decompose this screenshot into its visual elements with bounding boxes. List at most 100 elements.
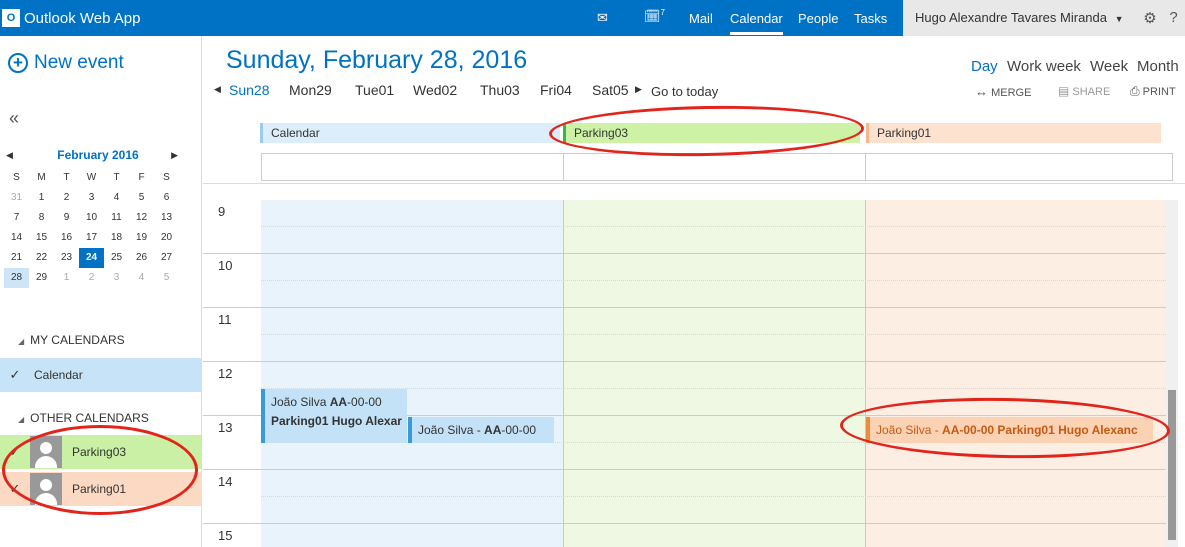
mini-calendar-day[interactable]: 4: [104, 188, 129, 208]
mini-calendar-day[interactable]: 2: [79, 268, 104, 288]
day-of-week-label: S: [163, 172, 170, 183]
merge-label: MERGE: [991, 87, 1032, 99]
mini-calendar-day[interactable]: 28: [4, 268, 29, 288]
new-event-button[interactable]: + New event: [8, 52, 124, 74]
nav-people[interactable]: People: [798, 11, 838, 26]
mini-calendar-day[interactable]: 10: [79, 208, 104, 228]
user-menu[interactable]: Hugo Alexandre Tavares Miranda ▼: [903, 0, 1138, 36]
mini-calendar-day[interactable]: 24: [79, 248, 104, 268]
event-text: -00-00: [501, 423, 537, 437]
my-calendars-header[interactable]: ◢ MY CALENDARS: [18, 333, 125, 347]
mini-calendar-day[interactable]: 29: [29, 268, 54, 288]
app-brand[interactable]: O Outlook Web App: [0, 0, 140, 36]
calendar-badge: 7: [660, 8, 665, 17]
day-thu03[interactable]: Thu03: [480, 82, 520, 98]
mail-icon[interactable]: ✉: [597, 10, 608, 26]
mini-calendar-day[interactable]: 12: [129, 208, 154, 228]
mini-calendar-day[interactable]: 19: [129, 228, 154, 248]
mini-calendar-day[interactable]: 6: [154, 188, 179, 208]
mini-calendar-day[interactable]: 11: [104, 208, 129, 228]
mini-calendar-day[interactable]: 23: [54, 248, 79, 268]
mini-calendar-day[interactable]: 31: [4, 188, 29, 208]
time-grid[interactable]: 9 10 11 12 13 14 15 João Silva AA-00-00 Parkin…: [203, 200, 1185, 547]
calendar-icon[interactable]: 🗓7: [644, 8, 665, 24]
nav-mail[interactable]: Mail: [689, 11, 713, 26]
view-month[interactable]: Month: [1137, 58, 1179, 75]
help-icon[interactable]: ?: [1162, 0, 1185, 36]
mini-calendar-day[interactable]: 5: [129, 188, 154, 208]
mini-calendar-day[interactable]: 27: [154, 248, 179, 268]
mini-calendar-day[interactable]: 3: [104, 268, 129, 288]
mini-calendar-day[interactable]: 15: [29, 228, 54, 248]
next-month-icon[interactable]: ▶: [171, 150, 178, 161]
gear-icon[interactable]: ⚙: [1138, 0, 1162, 36]
mini-calendar-day[interactable]: 2: [54, 188, 79, 208]
mini-calendar-day[interactable]: 5: [154, 268, 179, 288]
calendar-item-parking03[interactable]: ✓ Parking03: [0, 435, 202, 469]
vertical-scrollbar[interactable]: [1166, 200, 1178, 547]
event-calendar-1[interactable]: João Silva AA-00-00 Parking01 Hugo Alexa…: [261, 389, 407, 443]
day-sun28[interactable]: Sun28: [229, 82, 269, 98]
mini-calendar-day[interactable]: 16: [54, 228, 79, 248]
nav-tasks[interactable]: Tasks: [854, 11, 887, 26]
half-hour-line: [261, 334, 1168, 335]
day-mon29[interactable]: Mon29: [289, 82, 332, 98]
next-day-icon[interactable]: ▶: [635, 84, 642, 95]
all-day-divider: [563, 153, 564, 181]
mini-calendar-day[interactable]: 13: [154, 208, 179, 228]
day-sat05[interactable]: Sat05: [592, 82, 629, 98]
collapse-triangle-icon: ◢: [18, 415, 25, 424]
day-fri04[interactable]: Fri04: [540, 82, 572, 98]
mini-calendar-day[interactable]: 21: [4, 248, 29, 268]
previous-month-icon[interactable]: ◀: [6, 150, 13, 161]
plus-icon: +: [8, 53, 28, 73]
mini-calendar-day[interactable]: 17: [79, 228, 104, 248]
mini-calendar-day[interactable]: 1: [54, 268, 79, 288]
mini-calendar-day[interactable]: 1: [29, 188, 54, 208]
view-week[interactable]: Week: [1090, 58, 1128, 75]
mini-calendar-day[interactable]: 18: [104, 228, 129, 248]
hour-line: [203, 523, 1168, 524]
top-bar: O Outlook Web App ✉ 🗓7 Mail Calendar Peo…: [0, 0, 1185, 36]
mini-calendar-day[interactable]: 20: [154, 228, 179, 248]
mini-calendar-day[interactable]: 8: [29, 208, 54, 228]
calendar-item-label: Parking01: [72, 482, 127, 496]
nav-calendar[interactable]: Calendar: [730, 11, 783, 35]
view-work-week[interactable]: Work week: [1007, 58, 1081, 75]
hour-line: [203, 469, 1168, 470]
share-button[interactable]: ▤ SHARE: [1058, 84, 1110, 98]
all-day-area[interactable]: [261, 153, 1173, 181]
event-parking01[interactable]: João Silva - AA-00-00 Parking01 Hugo Ale…: [866, 417, 1153, 443]
page-title: Sunday, February 28, 2016: [226, 46, 528, 74]
day-wed02[interactable]: Wed02: [413, 82, 457, 98]
merge-button[interactable]: ↔ MERGE: [975, 84, 1031, 99]
chevron-down-icon: ▼: [1114, 14, 1124, 24]
other-calendars-header[interactable]: ◢ OTHER CALENDARS: [18, 411, 149, 425]
other-calendars-title: OTHER CALENDARS: [30, 411, 149, 425]
avatar: [30, 436, 62, 468]
mini-calendar-day[interactable]: 22: [29, 248, 54, 268]
previous-day-icon[interactable]: ◀: [214, 84, 221, 95]
collapse-pane-icon[interactable]: «: [9, 108, 19, 129]
view-day[interactable]: Day: [971, 58, 998, 75]
column-header-parking01[interactable]: Parking01: [866, 123, 1161, 143]
mini-calendar-day[interactable]: 26: [129, 248, 154, 268]
day-tue01[interactable]: Tue01: [355, 82, 394, 98]
column-header-parking03[interactable]: Parking03: [563, 123, 860, 143]
mini-calendar-day[interactable]: 25: [104, 248, 129, 268]
mini-calendar-day[interactable]: 3: [79, 188, 104, 208]
calendar-item-calendar[interactable]: ✓ Calendar: [0, 358, 202, 392]
mini-calendar-day[interactable]: 14: [4, 228, 29, 248]
mini-calendar-month[interactable]: February 2016: [57, 148, 138, 162]
print-button[interactable]: ⎙ PRINT: [1130, 84, 1176, 99]
scrollbar-thumb[interactable]: [1168, 390, 1176, 540]
go-to-today-link[interactable]: Go to today: [651, 84, 718, 99]
left-pane: + New event « ◀ February 2016 ▶ S M T W T F S 3…: [0, 36, 202, 547]
mini-calendar-day[interactable]: 9: [54, 208, 79, 228]
column-header-calendar[interactable]: Calendar: [260, 123, 560, 143]
mini-calendar-day[interactable]: 7: [4, 208, 29, 228]
merge-icon: ↔: [975, 84, 988, 99]
calendar-item-parking01[interactable]: ✓ Parking01: [0, 472, 202, 506]
event-calendar-2[interactable]: João Silva - AA-00-00: [408, 417, 554, 443]
mini-calendar-day[interactable]: 4: [129, 268, 154, 288]
